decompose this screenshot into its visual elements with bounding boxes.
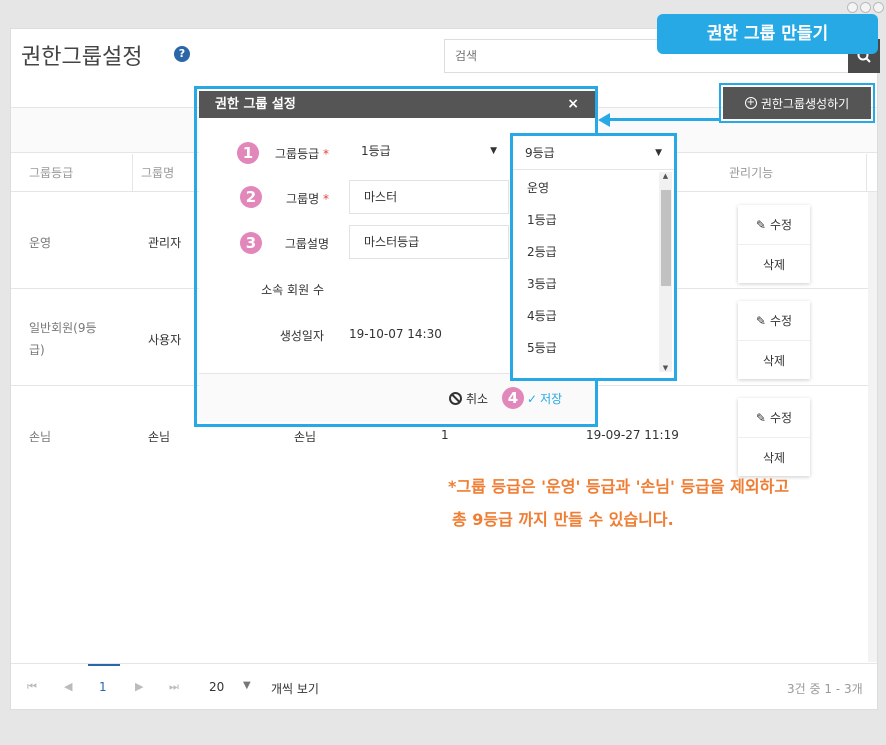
- modal-title: 권한 그룹 설정: [215, 97, 296, 112]
- modal-header: 권한 그룹 설정 ×: [199, 91, 595, 118]
- edit-button[interactable]: ✎ 수정: [738, 301, 810, 340]
- created-date: 19-10-07 14:30: [349, 327, 442, 341]
- row-description: 손님: [294, 430, 317, 444]
- scroll-down-icon[interactable]: ▼: [659, 364, 672, 372]
- page-size-select[interactable]: 20: [209, 680, 224, 694]
- edit-label: 수정: [769, 411, 793, 425]
- callout-label: 권한 그룹 만들기: [657, 14, 878, 54]
- scroll-up-icon[interactable]: ▲: [659, 172, 672, 180]
- delete-label: 삭제: [762, 257, 786, 272]
- dropdown-option[interactable]: 2등급: [513, 236, 659, 268]
- pencil-icon: ✎: [755, 313, 766, 328]
- close-icon[interactable]: ×: [567, 91, 579, 118]
- create-group-button[interactable]: + 권한그룹생성하기: [723, 87, 871, 119]
- prev-page-icon[interactable]: ◀: [64, 680, 72, 693]
- active-page-indicator: [88, 664, 120, 666]
- required-mark: *: [323, 147, 329, 161]
- column-header-name[interactable]: 그룹명: [133, 154, 197, 192]
- cancel-button[interactable]: 취소: [449, 390, 488, 407]
- edit-button[interactable]: ✎ 수정: [738, 205, 810, 244]
- window-controls: [847, 2, 884, 13]
- grade-dropdown: 9등급 ▼ 운영 1등급 2등급 3등급 4등급 5등급 ▲ ▼: [510, 133, 677, 381]
- dropdown-selected[interactable]: 9등급 ▼: [513, 136, 674, 170]
- caret-down-icon: ▼: [490, 146, 497, 156]
- scrollbar-thumb[interactable]: [661, 190, 671, 286]
- last-page-icon[interactable]: ⏭: [169, 680, 179, 694]
- row-grade: 손님: [29, 430, 52, 444]
- dropdown-selected-value: 9등급: [525, 146, 555, 160]
- label-desc: 그룹설명: [284, 237, 329, 251]
- row-name: 관리자: [148, 236, 182, 250]
- row-created-date: 19-09-27 11:19: [586, 428, 679, 442]
- grade-select[interactable]: 1등급 ▼: [349, 134, 509, 168]
- column-header-actions: 관리기능: [721, 154, 867, 192]
- window-dot-icon[interactable]: [847, 2, 858, 13]
- arrow-head-icon: [598, 113, 610, 127]
- create-group-label: 권한그룹생성하기: [760, 96, 850, 111]
- row-name: 사용자: [148, 333, 182, 347]
- page-title: 권한그룹설정: [21, 45, 143, 70]
- help-icon[interactable]: ?: [174, 46, 190, 62]
- label-name: 그룹명 *: [199, 190, 329, 207]
- dropdown-option[interactable]: 3등급: [513, 268, 659, 300]
- page-number[interactable]: 1: [99, 680, 107, 694]
- delete-button[interactable]: 삭제: [738, 244, 810, 283]
- edit-button[interactable]: ✎ 수정: [738, 398, 810, 437]
- first-page-icon[interactable]: ⏮: [27, 680, 37, 694]
- label-name-text: 그룹명: [286, 192, 320, 206]
- dropdown-scrollbar[interactable]: ▲ ▼: [659, 172, 672, 372]
- window-dot-icon[interactable]: [873, 2, 884, 13]
- row-grade: 일반회원(9등: [29, 321, 97, 335]
- callout-arrow: [608, 118, 720, 121]
- step-badge: 4: [502, 387, 524, 409]
- per-page-label: 개씩 보기: [271, 682, 319, 696]
- delete-label: 삭제: [762, 450, 786, 465]
- grade-select-value: 1등급: [361, 144, 391, 158]
- table-scrollbar[interactable]: [868, 192, 877, 662]
- label-grade: 그룹등급 *: [199, 145, 329, 162]
- edit-label: 수정: [769, 218, 793, 232]
- caret-down-icon: ▼: [655, 148, 662, 158]
- result-summary: 3건 중 1 - 3개: [787, 682, 863, 696]
- annotation-note: *그룹 등급은 '운영' 등급과 '손님' 등급을 제외하고 총 9등급 까지 …: [448, 470, 789, 536]
- plus-circle-icon: +: [744, 97, 757, 109]
- next-page-icon[interactable]: ▶: [135, 680, 143, 693]
- label-grade-text: 그룹등급: [275, 147, 320, 161]
- row-grade-cont: 급): [29, 343, 45, 357]
- app-frame: 권한그룹설정 ? 그룹등급 그룹명 관리기능 운영 관리자 ✎수정 삭제 일반회…: [0, 0, 886, 745]
- dropdown-option[interactable]: 5등급: [513, 332, 659, 364]
- row-actions: ✎ 수정 삭제: [738, 398, 810, 476]
- delete-label: 삭제: [762, 353, 786, 368]
- label-created: 생성일자: [279, 329, 324, 343]
- row-member-count: 1: [441, 428, 449, 442]
- group-name-input[interactable]: 마스터: [349, 180, 509, 214]
- required-mark: *: [323, 192, 329, 206]
- save-button[interactable]: ✓ 저장: [527, 390, 562, 407]
- dropdown-options: 운영 1등급 2등급 3등급 4등급 5등급: [513, 172, 659, 364]
- save-label: 저장: [540, 392, 563, 406]
- check-icon: ✓: [527, 391, 538, 406]
- edit-label: 수정: [769, 314, 793, 328]
- ban-icon: [449, 392, 462, 405]
- group-desc-input[interactable]: 마스터등급: [349, 225, 509, 259]
- row-actions: ✎ 수정 삭제: [738, 301, 810, 379]
- label-members: 소속 회원 수: [261, 283, 324, 297]
- row-grade: 운영: [29, 236, 52, 250]
- annotation-line: 총 9등급 까지 만들 수 있습니다.: [452, 510, 674, 529]
- window-dot-icon[interactable]: [860, 2, 871, 13]
- pagination-bar: ⏮ ◀ 1 ▶ ⏭ 20 ▼ 개씩 보기 3건 중 1 - 3개: [11, 663, 877, 710]
- row-name: 손님: [148, 430, 171, 444]
- dropdown-option[interactable]: 4등급: [513, 300, 659, 332]
- pencil-icon: ✎: [755, 410, 766, 425]
- pencil-icon: ✎: [755, 217, 766, 232]
- cancel-label: 취소: [466, 392, 489, 406]
- column-header-grade[interactable]: 그룹등급: [21, 154, 133, 192]
- delete-button[interactable]: 삭제: [738, 340, 810, 379]
- dropdown-option[interactable]: 1등급: [513, 204, 659, 236]
- row-actions: ✎ 수정 삭제: [738, 205, 810, 283]
- dropdown-option[interactable]: 운영: [513, 172, 659, 204]
- chevron-down-icon[interactable]: ▼: [243, 680, 251, 691]
- annotation-line: *그룹 등급은 '운영' 등급과 '손님' 등급을 제외하고: [448, 477, 790, 496]
